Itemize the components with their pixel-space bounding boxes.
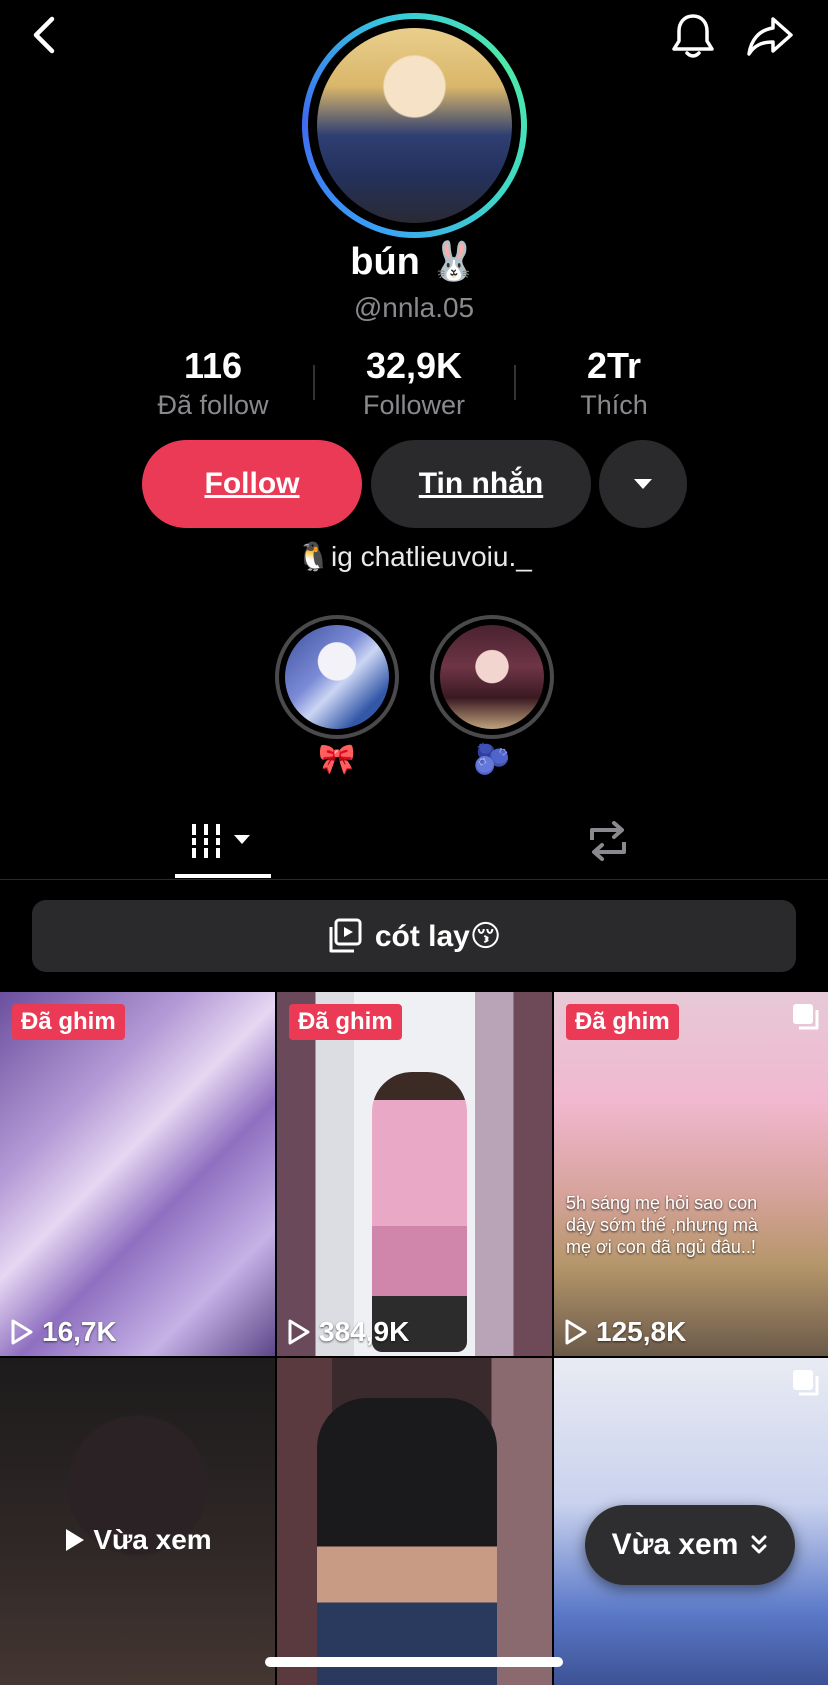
chevron-left-icon — [33, 16, 55, 54]
double-chevron-down-icon — [751, 1535, 767, 1554]
followers-count: 32,9K — [365, 345, 463, 386]
pinned-badge: Đã ghim — [289, 1004, 402, 1040]
profile-handle: @nnla.05 — [353, 292, 475, 323]
view-count-value: 16,7K — [42, 1316, 117, 1347]
following-count: 116 — [183, 345, 243, 386]
view-count-value: 384,9K — [319, 1316, 410, 1347]
view-count-value: 125,8K — [596, 1316, 687, 1347]
caret-down-icon — [634, 479, 652, 489]
avatar-story-ring[interactable] — [302, 13, 527, 238]
play-icon — [565, 1319, 587, 1345]
view-count: 125,8K — [564, 1316, 686, 1348]
profile-bio: 🐧ig chatlieuvoiu._ — [296, 541, 532, 572]
highlight-1-label: 🎀 — [318, 743, 356, 776]
highlight-thumbnail — [440, 625, 544, 729]
home-indicator[interactable] — [265, 1657, 563, 1667]
video-tile[interactable] — [277, 1358, 552, 1685]
pinned-badge: Đã ghim — [12, 1004, 125, 1040]
likes-count: 2Tr — [586, 345, 642, 386]
followers-stat[interactable]: 32,9K Follower — [314, 345, 514, 423]
playlist-icon — [329, 918, 362, 953]
profile-username: bún 🐰 — [350, 241, 478, 283]
tabs-divider — [0, 879, 828, 880]
follow-button[interactable]: Follow — [142, 440, 362, 528]
pinned-badge: Đã ghim — [566, 1004, 679, 1040]
following-stat[interactable]: 116 Đã follow — [113, 345, 313, 423]
view-count: 384,9K — [287, 1316, 409, 1348]
tab-reposts[interactable] — [560, 805, 656, 877]
highlight-1[interactable] — [275, 615, 399, 739]
view-count: 16,7K — [10, 1316, 117, 1348]
share-button[interactable] — [742, 8, 797, 63]
playlist-label: cót lay😚 — [374, 919, 502, 953]
likes-label: Thích — [580, 390, 648, 420]
profile-page: bún 🐰 @nnla.05 116 Đã follow 32,9K Follo… — [0, 0, 828, 1685]
back-button[interactable] — [20, 10, 70, 60]
message-button[interactable]: Tin nhắn — [371, 440, 591, 528]
followers-label: Follower — [362, 390, 466, 420]
video-tile[interactable]: Đã ghim 5h sáng mẹ hỏi sao con dậy sớm t… — [554, 992, 828, 1356]
video-thumbnail — [317, 1398, 497, 1685]
video-tile[interactable]: Vừa xem — [0, 1358, 275, 1685]
bell-icon — [671, 13, 714, 58]
video-tile[interactable]: Đã ghim 384,9K — [277, 992, 552, 1356]
play-icon — [288, 1319, 310, 1345]
share-icon — [746, 16, 793, 56]
notification-bell-button[interactable] — [665, 8, 720, 63]
recently-watched-button-label: Vừa xem — [611, 1528, 739, 1561]
repost-icon — [590, 821, 626, 861]
recently-watched-label: Vừa xem — [93, 1524, 212, 1555]
highlight-thumbnail — [285, 625, 389, 729]
video-tile[interactable]: Đã ghim 16,7K — [0, 992, 275, 1356]
recently-watched-button[interactable]: Vừa xem — [585, 1505, 795, 1585]
active-tab-indicator — [175, 874, 271, 878]
play-icon — [11, 1319, 33, 1345]
tab-videos[interactable] — [175, 805, 271, 877]
play-icon — [66, 1529, 85, 1551]
highlight-2-label: 🫐 — [473, 743, 511, 776]
video-thumbnail — [372, 1072, 467, 1352]
likes-stat: 2Tr Thích — [514, 345, 714, 423]
multi-photo-icon — [793, 1004, 819, 1030]
following-label: Đã follow — [157, 390, 269, 420]
highlight-2[interactable] — [430, 615, 554, 739]
avatar — [317, 28, 512, 223]
multi-photo-icon — [793, 1370, 819, 1396]
video-caption: 5h sáng mẹ hỏi sao con dậy sớm thế ,nhưn… — [566, 1193, 758, 1257]
recently-watched-overlay: Vừa xem — [0, 1358, 275, 1685]
more-options-button[interactable] — [599, 440, 687, 528]
grid-bars-icon — [190, 824, 250, 858]
playlist-button[interactable]: cót lay😚 — [32, 900, 796, 972]
